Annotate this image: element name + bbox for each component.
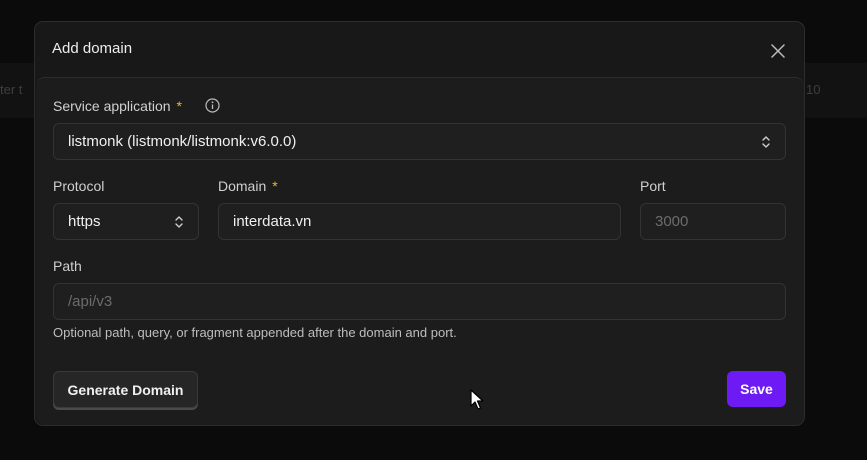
info-icon[interactable] bbox=[205, 98, 220, 113]
backdrop-text-left: ter t bbox=[0, 82, 23, 97]
path-hint: Optional path, query, or fragment append… bbox=[53, 325, 457, 340]
service-application-label: Service application * bbox=[53, 98, 182, 114]
service-application-value: listmonk (listmonk/listmonk:v6.0.0) bbox=[68, 133, 297, 150]
chevron-up-down-icon bbox=[175, 216, 183, 228]
service-application-select[interactable]: listmonk (listmonk/listmonk:v6.0.0) bbox=[53, 123, 786, 160]
domain-input[interactable]: interdata.vn bbox=[218, 203, 621, 240]
dialog-title: Add domain bbox=[52, 40, 133, 57]
required-mark: * bbox=[272, 178, 278, 194]
domain-value: interdata.vn bbox=[233, 213, 312, 230]
port-placeholder: 3000 bbox=[655, 213, 689, 230]
protocol-select[interactable]: https bbox=[53, 203, 199, 240]
port-label: Port bbox=[640, 178, 666, 194]
chevron-up-down-icon bbox=[762, 136, 770, 148]
mouse-pointer-icon bbox=[470, 389, 484, 410]
path-input[interactable]: /api/v3 bbox=[53, 283, 786, 320]
save-button[interactable]: Save bbox=[727, 371, 786, 407]
protocol-label: Protocol bbox=[53, 178, 105, 194]
path-placeholder: /api/v3 bbox=[68, 293, 113, 310]
add-domain-dialog: Add domain Service application * listmonk… bbox=[34, 21, 805, 426]
dialog-body: Service application * listmonk (listmonk/… bbox=[36, 77, 804, 425]
port-input[interactable]: 3000 bbox=[640, 203, 786, 240]
domain-label: Domain * bbox=[218, 178, 278, 194]
backdrop-text-right: 10 bbox=[806, 82, 821, 97]
required-mark: * bbox=[176, 98, 182, 114]
generate-domain-button[interactable]: Generate Domain bbox=[53, 371, 198, 408]
close-icon bbox=[771, 44, 785, 58]
protocol-value: https bbox=[68, 213, 101, 230]
path-label: Path bbox=[53, 258, 82, 274]
close-button[interactable] bbox=[768, 41, 788, 61]
